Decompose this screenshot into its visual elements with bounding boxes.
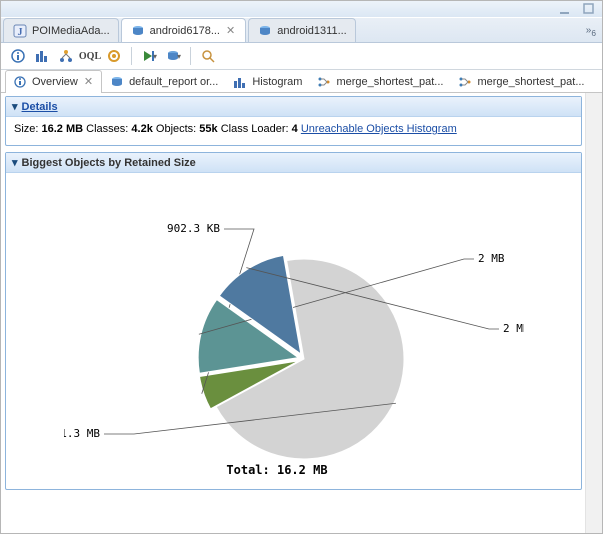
oql-button[interactable]: OQL bbox=[79, 45, 101, 67]
editor-tab-label: POIMediaAda... bbox=[32, 25, 110, 37]
close-icon[interactable]: ✕ bbox=[224, 24, 237, 37]
run-report-button[interactable]: ▾ bbox=[138, 45, 160, 67]
analysis-tab-label: Overview bbox=[32, 76, 78, 88]
analysis-tab-m1[interactable]: merge_shortest_pat... bbox=[309, 70, 450, 93]
classes-label: Classes: bbox=[86, 123, 131, 135]
histogram-icon bbox=[232, 74, 248, 90]
slice-label: 2 MB bbox=[503, 322, 524, 335]
chart-total: Total: 16.2 MB bbox=[226, 463, 327, 477]
twistie-down-icon: ▾ bbox=[12, 100, 18, 113]
size-label: Size: bbox=[14, 123, 42, 135]
toolbar-separator bbox=[131, 47, 132, 65]
threads-button[interactable] bbox=[103, 45, 125, 67]
dominator-tree-button[interactable] bbox=[55, 45, 77, 67]
pie-chart: 11.3 MB 902.3 KB 2 MB 2 MB Total: 16.2 MB bbox=[14, 179, 573, 479]
editor-tabbar: J POIMediaAda... android6178... ✕ android131… bbox=[1, 18, 602, 43]
biggest-objects-title: Biggest Objects by Retained Size bbox=[22, 157, 196, 169]
editor-tab-label: android6178... bbox=[150, 25, 220, 37]
editor-tab-a131[interactable]: android1311... bbox=[248, 18, 356, 42]
info-icon bbox=[12, 74, 28, 90]
analysis-tab-m2[interactable]: merge_shortest_pat... bbox=[450, 70, 591, 93]
main-toolbar: OQL ▾ ▾ bbox=[1, 43, 602, 70]
analysis-tabbar: Overview ✕ default_report or... Histogram me… bbox=[1, 70, 602, 93]
classloader-label: Class Loader: bbox=[221, 123, 292, 135]
biggest-objects-panel: ▾ Biggest Objects by Retained Size 11.3 … bbox=[5, 152, 582, 490]
unreachable-objects-link[interactable]: Unreachable Objects Histogram bbox=[301, 123, 457, 135]
db-sm-icon bbox=[109, 74, 125, 90]
classloader-value: 4 bbox=[292, 123, 298, 135]
maximize-button[interactable] bbox=[582, 3, 596, 15]
classes-value: 4.2k bbox=[131, 123, 152, 135]
slice-label: 11.3 MB bbox=[64, 427, 100, 440]
analysis-tab-dr[interactable]: default_report or... bbox=[102, 70, 225, 93]
details-panel-header[interactable]: ▾ Details bbox=[6, 97, 581, 117]
toolbar-separator bbox=[190, 47, 191, 65]
chevron-down-icon: ▾ bbox=[153, 52, 157, 61]
objects-label: Objects: bbox=[156, 123, 199, 135]
analysis-tab-label: merge_shortest_pat... bbox=[336, 76, 443, 88]
svg-text:J: J bbox=[18, 27, 23, 38]
java-icon: J bbox=[12, 23, 28, 39]
twistie-down-icon: ▾ bbox=[12, 156, 18, 169]
analysis-tab-label: Histogram bbox=[252, 76, 302, 88]
details-panel: ▾ Details Size: 16.2 MB Classes: 4.2k Ob… bbox=[5, 96, 582, 146]
analysis-tab-label: merge_shortest_pat... bbox=[477, 76, 584, 88]
histogram-button[interactable] bbox=[31, 45, 53, 67]
details-title: Details bbox=[22, 101, 58, 113]
db-icon bbox=[257, 23, 273, 39]
editor-tab-label: android1311... bbox=[277, 25, 347, 37]
chevron-down-icon: ▾ bbox=[177, 52, 181, 61]
editor-tab-poi[interactable]: J POIMediaAda... bbox=[3, 18, 119, 42]
editor-tabs-overflow[interactable]: »6 bbox=[586, 25, 596, 42]
biggest-objects-header[interactable]: ▾ Biggest Objects by Retained Size bbox=[6, 153, 581, 173]
analysis-tab-ov[interactable]: Overview ✕ bbox=[5, 70, 102, 93]
minimize-button[interactable] bbox=[558, 3, 572, 15]
overview-button[interactable] bbox=[7, 45, 29, 67]
merge-icon bbox=[457, 74, 473, 90]
window-titlebar bbox=[1, 1, 602, 18]
close-icon[interactable]: ✕ bbox=[82, 75, 95, 88]
search-button[interactable] bbox=[197, 45, 219, 67]
slice-label: 2 MB bbox=[478, 252, 505, 265]
pie-svg: 11.3 MB 902.3 KB 2 MB 2 MB bbox=[64, 204, 524, 484]
objects-value: 55k bbox=[199, 123, 217, 135]
db-icon bbox=[130, 23, 146, 39]
editor-tab-a678[interactable]: android6178... ✕ bbox=[121, 18, 247, 42]
slice-label: 902.3 KB bbox=[167, 222, 220, 235]
query-browser-button[interactable]: ▾ bbox=[162, 45, 184, 67]
analysis-tab-hi[interactable]: Histogram bbox=[225, 70, 309, 93]
size-value: 16.2 MB bbox=[42, 123, 84, 135]
scrollbar-vertical[interactable] bbox=[585, 93, 602, 533]
analysis-tab-label: default_report or... bbox=[129, 76, 218, 88]
content-area: ▾ Details Size: 16.2 MB Classes: 4.2k Ob… bbox=[1, 93, 602, 533]
merge-icon bbox=[316, 74, 332, 90]
